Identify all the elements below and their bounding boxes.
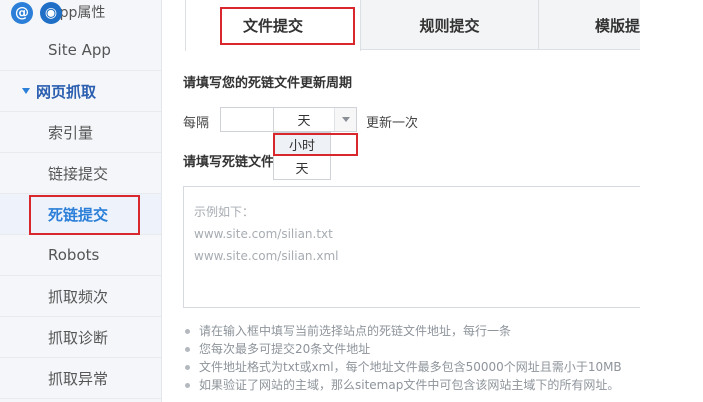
cycle-heading: 请填写您的死链文件更新周期	[183, 76, 353, 91]
tip-item: 如果验证了网站的主域，那么sitemap文件中可包含该网站主域下的所有网址。	[183, 376, 622, 394]
tab-rule-submit[interactable]: 规则提交	[361, 0, 538, 50]
tab-label: 模版提	[595, 16, 641, 35]
sidebar-item-crawl-errors[interactable]: 抓取异常	[0, 358, 161, 399]
sidebar-item-label: 索引量	[48, 123, 94, 142]
tip-item: 请在输入框中填写当前选择站点的死链文件地址，每行一条	[183, 322, 622, 340]
unit-select[interactable]: 天	[273, 107, 357, 132]
update-suffix-label: 更新一次	[366, 116, 419, 131]
tab-label: 规则提交	[419, 16, 480, 35]
sidebar-item-crawl-diagnosis[interactable]: 抓取诊断	[0, 317, 161, 358]
sidebar-item-label: 抓取频次	[48, 287, 109, 306]
unit-select-value: 天	[297, 114, 311, 129]
dropdown-option-hour[interactable]: 小时	[274, 133, 330, 156]
interval-input[interactable]	[220, 107, 274, 132]
tab-bar: 文件提交 规则提交 模版提	[185, 0, 640, 51]
sidebar-item-label: 死链提交	[48, 205, 109, 224]
unit-dropdown: 小时 天	[273, 132, 331, 180]
sidebar-item-index-count[interactable]: 索引量	[0, 112, 161, 153]
placeholder-line: www.site.com/silian.xml	[194, 249, 339, 263]
chevron-down-icon[interactable]	[334, 108, 356, 131]
sidebar-item-label: Site App	[48, 41, 111, 59]
sidebar-top: @ App属性 ◉	[0, 0, 161, 30]
tip-item: 您每次最多可提交20条文件地址	[183, 340, 622, 358]
sidebar-item-label: Robots	[48, 246, 100, 264]
tip-item: 文件地址格式为txt或xml，每个地址文件最多包含50000个网址且需小于10M…	[183, 358, 622, 376]
every-label: 每隔	[183, 116, 210, 131]
sidebar-item-label: 抓取异常	[48, 369, 109, 388]
tab-template-submit[interactable]: 模版提	[538, 0, 640, 50]
sidebar-item-link-submit[interactable]: 链接提交	[0, 153, 161, 194]
tips-list: 请在输入框中填写当前选择站点的死链文件地址，每行一条 您每次最多可提交20条文件…	[183, 322, 622, 394]
sidebar-item-label: 链接提交	[48, 164, 109, 183]
tab-file-submit[interactable]: 文件提交	[185, 0, 361, 51]
sidebar: @ App属性 ◉ Site App 网页抓取 索引量 链接提交 死链提交 Ro…	[0, 0, 162, 402]
sidebar-item-crawl-frequency[interactable]: 抓取频次	[0, 276, 161, 317]
tab-label: 文件提交	[242, 17, 303, 35]
placeholder-line: 示例如下：	[194, 205, 255, 219]
dropdown-option-day[interactable]: 天	[274, 156, 330, 179]
sidebar-item-site-app[interactable]: Site App	[0, 30, 161, 71]
sidebar-section-label: 网页抓取	[36, 82, 97, 101]
placeholder-line: www.site.com/silian.txt	[194, 227, 333, 241]
file-heading: 请填写死链文件	[183, 155, 275, 170]
caret-down-icon	[22, 88, 30, 94]
dead-link-textarea[interactable]: 示例如下： www.site.com/silian.txt www.site.c…	[183, 186, 640, 308]
at-icon[interactable]: @	[11, 2, 33, 24]
sidebar-item-robots[interactable]: Robots	[0, 235, 161, 276]
sidebar-section-web-crawl[interactable]: 网页抓取	[0, 71, 161, 112]
eye-icon[interactable]: ◉	[40, 2, 62, 24]
sidebar-item-label: 抓取诊断	[48, 328, 109, 347]
sidebar-item-dead-link-submit[interactable]: 死链提交	[0, 194, 161, 235]
